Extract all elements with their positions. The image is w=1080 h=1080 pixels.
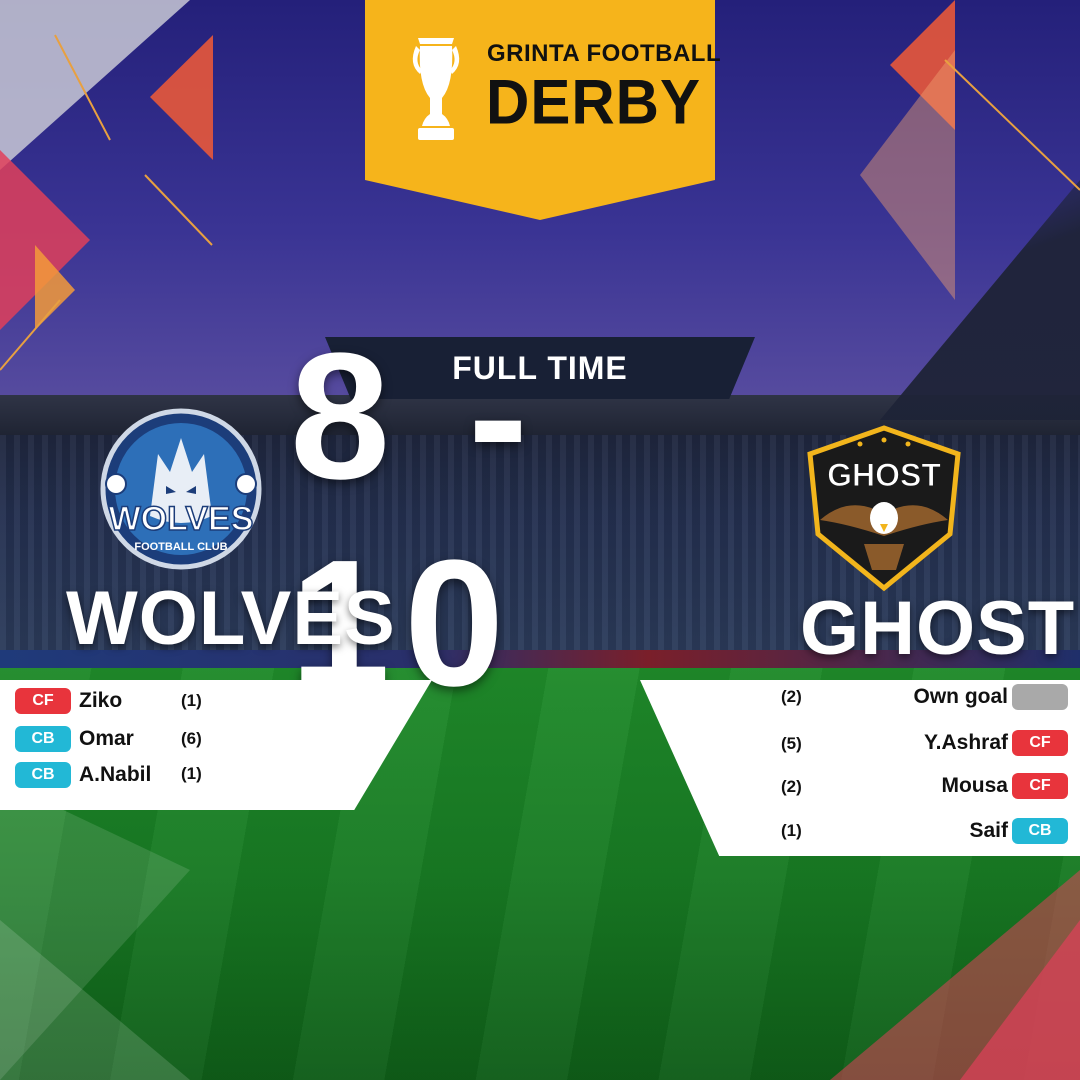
away-scorer-row: Mousa CF: [941, 773, 1068, 799]
position-badge: CB: [15, 762, 71, 788]
trophy-icon: [412, 38, 460, 140]
scorer-goals: (6): [181, 729, 202, 748]
scorer-name: Own goal: [913, 685, 1009, 708]
match-result-poster: GRINTA FOOTBALL DERBY FULL TIME WOLVES F…: [0, 0, 1080, 1080]
scorer-name: Saif: [969, 819, 1008, 842]
scorer-name: Omar: [79, 727, 134, 750]
scorer-goals: (1): [781, 821, 802, 840]
position-badge: CB: [15, 726, 71, 752]
wolves-logo-text: WOLVES: [109, 500, 254, 538]
scorer-goals: (1): [181, 764, 202, 783]
home-team-name: WOLVES: [66, 576, 396, 661]
wolves-club-logo: WOLVES FOOTBALL CLUB: [100, 408, 262, 570]
scorer-name: A.Nabil: [79, 763, 152, 786]
scorer-goals: (2): [781, 687, 802, 706]
scorer-goals: (5): [781, 734, 802, 753]
ghost-logo-text: GHOST: [827, 457, 941, 493]
away-scorer-row: Saif CB: [969, 818, 1068, 844]
away-scorer-row: Y.Ashraf CF: [924, 730, 1068, 756]
wolves-logo-subtext: FOOTBALL CLUB: [134, 541, 227, 553]
scorer-goals: (1): [181, 691, 202, 710]
ghost-club-logo: GHOST: [807, 425, 961, 592]
away-team-name: GHOST: [800, 586, 1076, 671]
decorative-triangles-left: [0, 0, 213, 371]
scorer-name: Ziko: [79, 689, 123, 712]
scorer-name: Mousa: [941, 774, 1008, 797]
position-badge: CF: [1012, 773, 1068, 799]
home-scorer-row: CB Omar: [15, 726, 134, 752]
position-badge: [1012, 684, 1068, 710]
position-badge: CF: [1012, 730, 1068, 756]
home-scorer-row: CB A.Nabil: [15, 762, 151, 788]
competition-title: DERBY: [486, 67, 702, 138]
scorer-goals: (2): [781, 777, 802, 796]
away-scorer-row: Own goal: [913, 684, 1068, 710]
position-badge: CB: [1012, 818, 1068, 844]
decorative-triangles-right: [860, 0, 1080, 300]
competition-name: GRINTA FOOTBALL: [487, 40, 722, 67]
position-badge: CF: [15, 688, 71, 714]
scorer-name: Y.Ashraf: [923, 731, 1008, 754]
home-scorer-row: CF Ziko: [15, 688, 122, 714]
